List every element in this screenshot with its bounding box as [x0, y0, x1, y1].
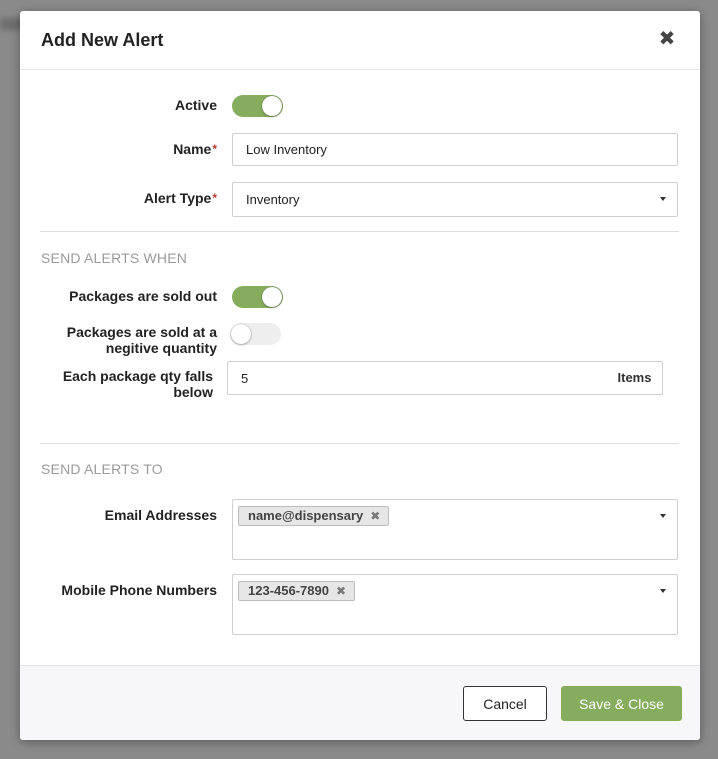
- toggle-knob: [262, 287, 282, 307]
- section-title-send-when: SEND ALERTS WHEN: [41, 250, 188, 266]
- sold-out-toggle[interactable]: [232, 286, 283, 308]
- qty-below-label-line1: Each package qty falls: [62, 368, 213, 384]
- required-mark: *: [212, 191, 217, 205]
- add-alert-modal: Add New Alert ✖ Active Name* Alert Type*…: [20, 11, 700, 740]
- negative-qty-toggle[interactable]: [230, 323, 281, 345]
- section-divider: [40, 443, 679, 444]
- active-label-text: Active: [174, 97, 217, 113]
- phone-label-text: Mobile Phone Numbers: [61, 582, 217, 598]
- cancel-button[interactable]: Cancel: [463, 686, 547, 721]
- caret-down-icon[interactable]: [660, 589, 666, 593]
- section-title-send-to: SEND ALERTS TO: [41, 461, 163, 477]
- required-mark: *: [212, 142, 217, 156]
- active-toggle[interactable]: [232, 95, 283, 117]
- phone-multiselect[interactable]: 123-456-7890 ✖: [232, 574, 678, 635]
- active-label: Active: [80, 97, 217, 113]
- sold-out-label: Packages are sold out: [50, 288, 217, 304]
- modal-footer: Cancel Save & Close: [20, 665, 700, 740]
- modal-title: Add New Alert: [41, 30, 164, 50]
- chip-label: 123-456-7890: [248, 583, 329, 598]
- qty-threshold-input[interactable]: [227, 361, 608, 395]
- email-multiselect[interactable]: name@dispensary ✖: [232, 499, 678, 560]
- caret-down-icon: [660, 197, 666, 201]
- email-label-text: Email Addresses: [104, 507, 217, 523]
- section-divider: [40, 231, 679, 232]
- name-label: Name*: [80, 141, 217, 157]
- email-label: Email Addresses: [50, 507, 217, 523]
- alert-type-label: Alert Type*: [80, 190, 217, 206]
- name-label-text: Name: [173, 141, 212, 157]
- toggle-knob: [231, 324, 251, 344]
- close-icon[interactable]: ✖: [336, 584, 346, 598]
- modal-header: Add New Alert ✖: [20, 11, 700, 70]
- alert-type-value: Inventory: [246, 192, 300, 207]
- close-icon[interactable]: ✖: [370, 509, 380, 523]
- close-icon[interactable]: ✖: [658, 28, 676, 50]
- email-chip: name@dispensary ✖: [238, 506, 390, 526]
- save-close-button[interactable]: Save & Close: [561, 686, 682, 721]
- alert-type-label-text: Alert Type: [143, 190, 212, 206]
- caret-down-icon[interactable]: [660, 514, 666, 518]
- items-unit-addon: Items: [607, 361, 663, 395]
- alert-type-select[interactable]: Inventory: [232, 182, 678, 217]
- name-input[interactable]: [232, 133, 678, 166]
- toggle-knob: [262, 96, 282, 116]
- phone-chip: 123-456-7890 ✖: [238, 581, 356, 601]
- chip-label: name@dispensary: [248, 508, 364, 523]
- qty-below-label-line2: below: [173, 384, 213, 400]
- negative-qty-label-line2: negitive quantity: [105, 340, 217, 356]
- phone-label: Mobile Phone Numbers: [50, 582, 217, 598]
- negative-qty-label-line1: Packages are sold at a: [66, 324, 217, 340]
- qty-below-label: Each package qty falls below: [50, 368, 213, 400]
- negative-qty-label: Packages are sold at a negitive quantity: [50, 324, 217, 356]
- sold-out-label-text: Packages are sold out: [69, 288, 217, 304]
